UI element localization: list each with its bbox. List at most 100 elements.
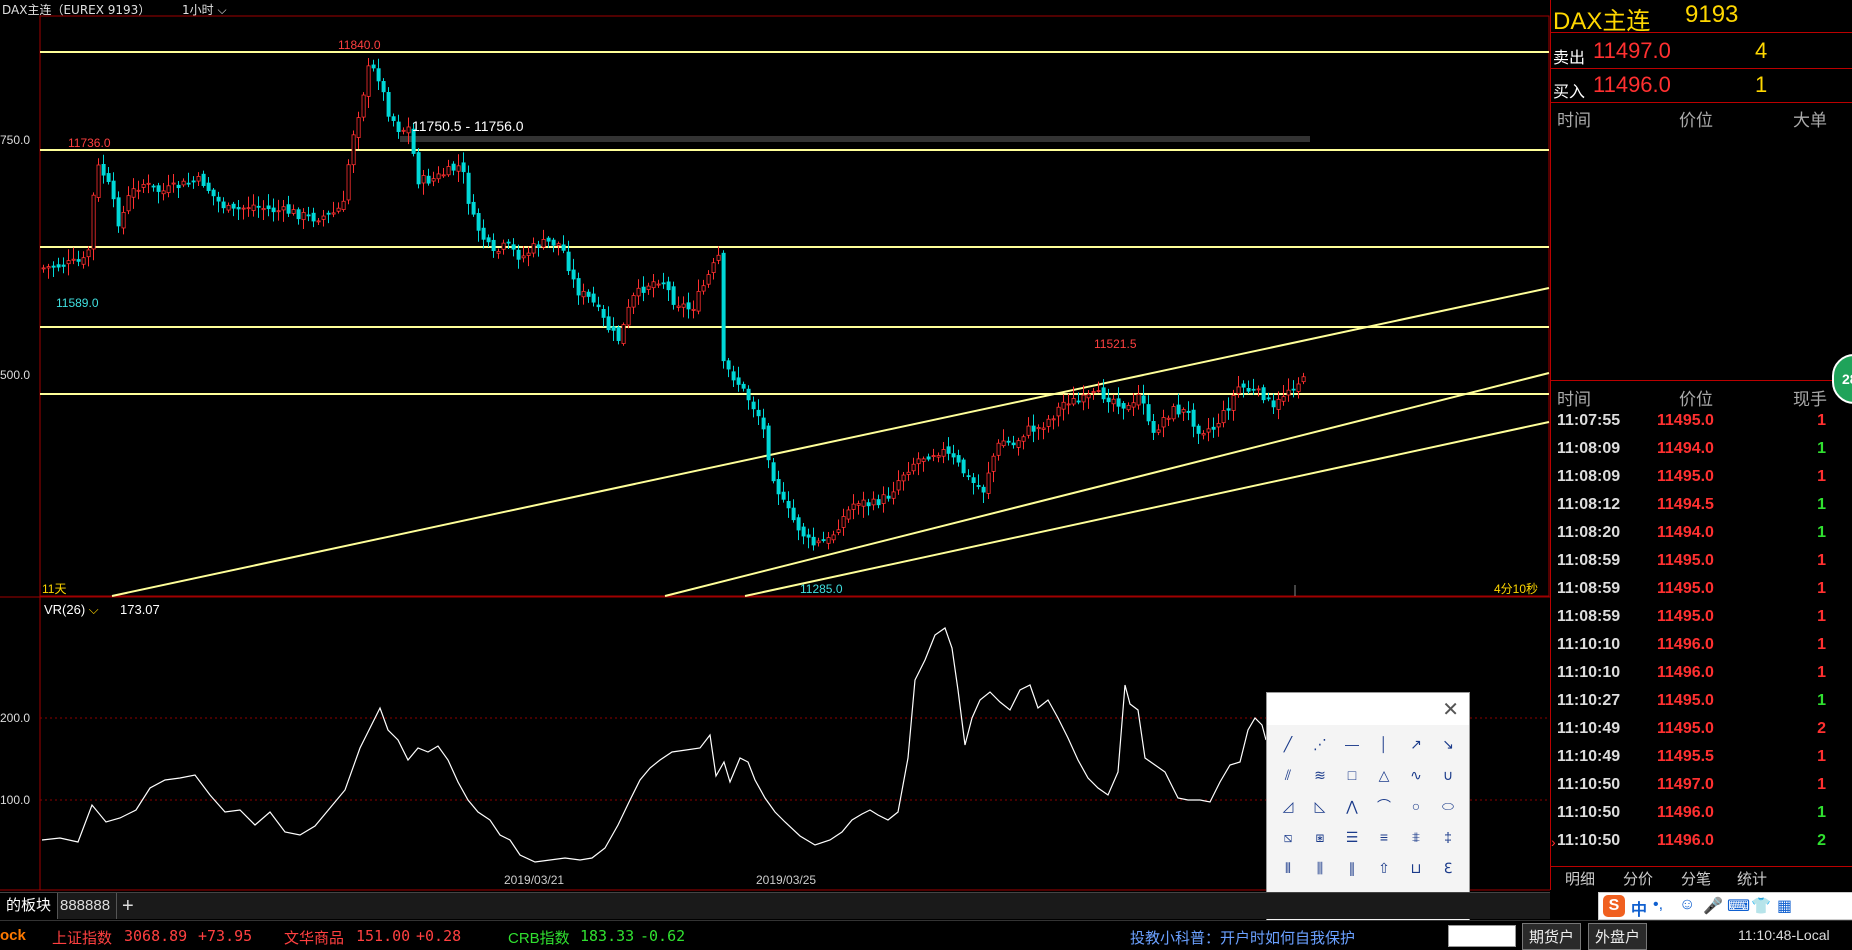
add-tab-button[interactable]: + <box>122 893 134 919</box>
tick-row[interactable]: 11:08:12 11494.5 1 <box>1551 496 1852 524</box>
candle-body <box>621 324 626 344</box>
tick-row[interactable]: 11:08:20 11494.0 1 <box>1551 524 1852 552</box>
parallel-tool-icon[interactable]: ⫽ <box>1275 762 1301 788</box>
circle-tool-icon[interactable]: ○ <box>1403 793 1429 819</box>
candle-body <box>146 182 151 185</box>
tick-row[interactable]: 11:08:59 11495.0 1 <box>1551 580 1852 608</box>
tab-detail[interactable]: 明细 <box>1565 868 1595 889</box>
tab-price-dist[interactable]: 分价 <box>1623 868 1653 889</box>
tick-row[interactable]: 11:07:55 11495.0 1 <box>1551 412 1852 440</box>
outer-account-button[interactable]: 外盘户 <box>1588 923 1648 950</box>
keyboard-icon[interactable]: ⌨ <box>1727 896 1750 916</box>
indicator-selector[interactable]: VR(26) ⌵ <box>44 602 99 618</box>
fan-tool-icon[interactable]: ⧅ <box>1275 824 1301 850</box>
candle-body <box>911 463 916 472</box>
candle-body <box>866 502 871 507</box>
tick-row[interactable]: 11:10:50 11496.0 2 <box>1551 832 1852 860</box>
period-tool-icon[interactable]: ∥ <box>1339 855 1365 881</box>
vline-tool-icon[interactable]: │ <box>1371 731 1397 757</box>
arrow-tool-icon[interactable]: ↗ <box>1403 731 1429 757</box>
futures-account-button[interactable]: 期货户 <box>1522 923 1582 950</box>
candle-body <box>706 274 711 285</box>
tick-time: 11:10:50 <box>1557 776 1621 793</box>
gann-tool-icon[interactable]: ◿ <box>1275 793 1301 819</box>
vr-line <box>41 627 1267 863</box>
news-link[interactable]: 投教小科普：开户时如何自我保护 <box>1130 927 1355 948</box>
line-tool-icon[interactable]: ╱ <box>1275 731 1301 757</box>
tab-stats[interactable]: 统计 <box>1737 868 1767 889</box>
arrow-down-tool-icon[interactable]: ↘ <box>1435 731 1461 757</box>
fib-ext-tool-icon[interactable]: ≡ <box>1371 824 1397 850</box>
tick-row[interactable]: 11:08:59 11495.0 1 <box>1551 608 1852 636</box>
tick-row[interactable]: 11:08:09 11495.0 1 <box>1551 468 1852 496</box>
tab-trades[interactable]: 分笔 <box>1681 868 1711 889</box>
candle-body <box>976 485 981 487</box>
period-selector[interactable]: 1小时 ⌵ <box>182 1 227 18</box>
candle-body <box>236 207 241 210</box>
ime-mode[interactable]: 中 <box>1631 896 1647 920</box>
candle-body <box>616 326 621 341</box>
ellipse-tool-icon[interactable]: ⬭ <box>1435 793 1461 819</box>
gann-box-tool-icon[interactable]: ⩨ <box>1403 824 1429 850</box>
search-input[interactable] <box>1448 925 1516 947</box>
punctuation-icon[interactable]: •, <box>1653 896 1663 914</box>
candle-body <box>221 201 226 209</box>
candle-body <box>356 117 361 138</box>
tick-row[interactable]: 11:08:09 11494.0 1 <box>1551 440 1852 468</box>
candle-body <box>1266 397 1271 400</box>
fib-tool-icon[interactable]: ☰ <box>1339 824 1365 850</box>
zigzag-tool-icon[interactable]: ≋ <box>1307 762 1333 788</box>
tick-row[interactable]: 11:10:50 11497.0 1 <box>1551 776 1852 804</box>
skin-icon[interactable]: 👕 <box>1751 896 1771 916</box>
ime-toolbar[interactable]: S 中 •, ☺ 🎤 ⌨ 👕 ▦ <box>1598 892 1852 920</box>
fib-level-tool-icon[interactable]: ‡ <box>1435 824 1461 850</box>
tab-888888[interactable]: 888888 <box>54 893 118 919</box>
ruler-tool-icon[interactable]: ⊔ <box>1403 855 1429 881</box>
rect-tool-icon[interactable]: □ <box>1339 762 1365 788</box>
candle-body <box>1211 426 1216 430</box>
big-orders-header-price: 价位 <box>1679 111 1713 130</box>
palette-header[interactable] <box>1267 693 1469 725</box>
candle-body <box>1236 386 1241 394</box>
angle-tool-icon[interactable]: ◺ <box>1307 793 1333 819</box>
candle-body <box>906 471 911 475</box>
close-icon[interactable]: ✕ <box>1442 697 1459 722</box>
candle-body <box>456 165 461 172</box>
tick-row[interactable]: 11:10:10 11496.0 1 <box>1551 664 1852 692</box>
arc-tool-icon[interactable]: ∪ <box>1435 762 1461 788</box>
candle-body <box>1116 398 1121 407</box>
chevron-down-icon: ⌵ <box>217 3 227 17</box>
up-arrow-tool-icon[interactable]: ⇧ <box>1371 855 1397 881</box>
tick-row[interactable]: 11:08:59 11495.0 1 <box>1551 552 1852 580</box>
tab-sector[interactable]: 的板块 <box>0 893 59 919</box>
triangle-tool-icon[interactable]: △ <box>1371 762 1397 788</box>
curve-tool-icon[interactable]: ⌒ <box>1371 793 1397 819</box>
candle-body <box>331 212 336 215</box>
candle-body <box>1291 388 1296 391</box>
time-zone-tool-icon[interactable]: ⫼ <box>1307 855 1333 881</box>
ray-tool-icon[interactable]: ⋰ <box>1307 731 1333 757</box>
tick-row[interactable]: 11:10:49 11495.0 2 <box>1551 720 1852 748</box>
toolbox-icon[interactable]: ▦ <box>1777 896 1792 916</box>
candle-body <box>436 173 441 180</box>
tick-row[interactable]: 11:10:27 11495.0 1 <box>1551 692 1852 720</box>
candle-body <box>1296 383 1301 392</box>
emoji-icon[interactable]: ☺ <box>1679 896 1695 914</box>
wave-tool-icon[interactable]: ∿ <box>1403 762 1429 788</box>
horizontal-lines <box>40 51 1549 395</box>
candle-body <box>576 278 581 296</box>
candle-body <box>561 244 566 251</box>
microphone-icon[interactable]: 🎤 <box>1703 896 1723 916</box>
tick-volume: 1 <box>1817 664 1826 681</box>
hline-tool-icon[interactable]: — <box>1339 731 1365 757</box>
tick-row[interactable]: 11:10:50 11496.0 1 <box>1551 804 1852 832</box>
candle-body <box>446 166 451 176</box>
cycle-tool-icon[interactable]: ⦀ <box>1275 855 1301 881</box>
tick-volume: 1 <box>1817 552 1826 569</box>
pitchfork-tool-icon[interactable]: ⋀ <box>1339 793 1365 819</box>
sogou-logo-icon[interactable]: S <box>1603 895 1625 917</box>
tick-row[interactable]: 11:10:49 11495.5 1 <box>1551 748 1852 776</box>
elliott-tool-icon[interactable]: ℇ <box>1435 855 1461 881</box>
tick-row[interactable]: 11:10:10 11496.0 1 <box>1551 636 1852 664</box>
speed-fan-tool-icon[interactable]: ⧆ <box>1307 824 1333 850</box>
